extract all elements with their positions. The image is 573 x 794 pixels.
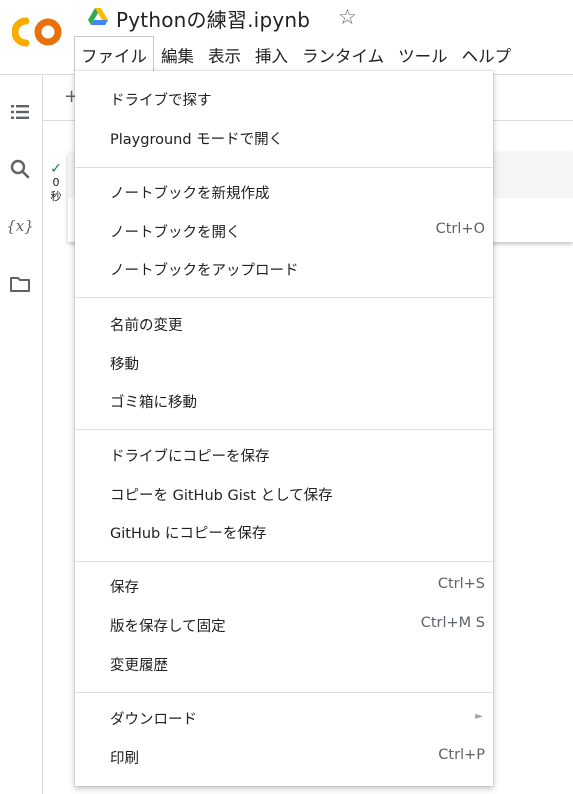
shortcut-label: Ctrl+M S [420,615,485,631]
menu-item-label: 印刷 [110,751,139,767]
menu-item-label: 保存 [110,580,139,596]
menu-item-save-and-pin[interactable]: 版を保存して固定 Ctrl+M S [110,610,485,640]
menu-item-open-notebook[interactable]: ノートブックを開く Ctrl+O [110,216,485,246]
menu-item-revision-history[interactable]: 変更履歴 [110,649,485,679]
menu-item-save[interactable]: 保存 Ctrl+S [110,571,485,601]
menubar: ファイル 編集 表示 挿入 ランタイム ツール ヘルプ [74,36,519,71]
menu-item-label: ゴミ箱に移動 [110,395,197,411]
search-icon[interactable] [8,157,32,181]
menu-item-move[interactable]: 移動 [110,348,485,378]
menu-item-new-notebook[interactable]: ノートブックを新規作成 [110,177,485,207]
menu-item-label: ドライブにコピーを保存 [110,449,270,465]
table-of-contents-icon[interactable] [8,100,32,124]
cell-run-status[interactable]: ✓ 0 秒 [46,162,66,204]
menu-item-label: コピーを GitHub Gist として保存 [110,488,333,504]
menu-item-download[interactable]: ダウンロード ► [110,703,485,733]
menu-item-label: 名前の変更 [110,318,183,334]
notebook-title[interactable]: Pythonの練習.ipynb [116,4,310,33]
menu-edit[interactable]: 編集 [154,36,201,70]
menu-divider [75,429,493,430]
menu-item-upload-notebook[interactable]: ノートブックをアップロード [110,254,485,284]
run-time-value: 0 [52,176,60,189]
menu-item-label: 版を保存して固定 [110,619,226,635]
menu-item-label: ドライブで探す [110,93,212,109]
menu-file[interactable]: ファイル [74,36,154,71]
menu-item-label: ノートブックを開く [110,225,241,241]
menu-help[interactable]: ヘルプ [455,36,519,70]
shortcut-label: Ctrl+S [437,576,485,592]
menu-item-label: ノートブックを新規作成 [110,186,270,202]
menu-item-label: GitHub にコピーを保存 [110,526,267,542]
menu-item-save-copy-gist[interactable]: コピーを GitHub Gist として保存 [110,479,485,509]
variables-icon[interactable]: {x} [6,214,34,238]
menu-item-move-to-trash[interactable]: ゴミ箱に移動 [110,386,485,416]
menu-divider [75,692,493,693]
file-menu: ドライブで探す Playground モードで開く ノートブックを新規作成 ノー… [75,71,493,786]
menu-runtime[interactable]: ランタイム [295,36,391,70]
svg-text:{x}: {x} [6,217,34,235]
menu-item-label: Playground モードで開く [110,132,284,148]
left-rail: {x} [0,75,43,794]
menu-tools[interactable]: ツール [391,36,455,70]
shortcut-label: Ctrl+P [438,747,485,763]
menu-insert[interactable]: 挿入 [248,36,295,70]
folder-icon[interactable] [8,272,32,296]
menu-divider [75,561,493,562]
submenu-arrow-icon: ► [475,711,483,722]
menu-item-rename[interactable]: 名前の変更 [110,309,485,339]
menu-item-label: 変更履歴 [110,658,168,674]
menu-item-open-playground[interactable]: Playground モードで開く [110,123,485,153]
google-drive-icon [88,8,108,25]
menu-item-label: 移動 [110,357,139,373]
menu-item-save-copy-github[interactable]: GitHub にコピーを保存 [110,517,485,547]
check-icon: ✓ [50,161,62,177]
menu-item-locate-in-drive[interactable]: ドライブで探す [110,84,485,114]
colab-logo[interactable] [12,14,64,50]
menu-divider [75,167,493,168]
menu-divider [75,297,493,298]
menu-item-save-copy-drive[interactable]: ドライブにコピーを保存 [110,440,485,470]
run-time-unit: 秒 [50,190,62,203]
shortcut-label: Ctrl+O [435,221,485,237]
star-icon[interactable]: ☆ [338,5,357,29]
menu-item-label: ダウンロード [110,712,197,728]
menu-item-label: ノートブックをアップロード [110,263,299,279]
menu-item-print[interactable]: 印刷 Ctrl+P [110,742,485,772]
menu-view[interactable]: 表示 [201,36,248,70]
